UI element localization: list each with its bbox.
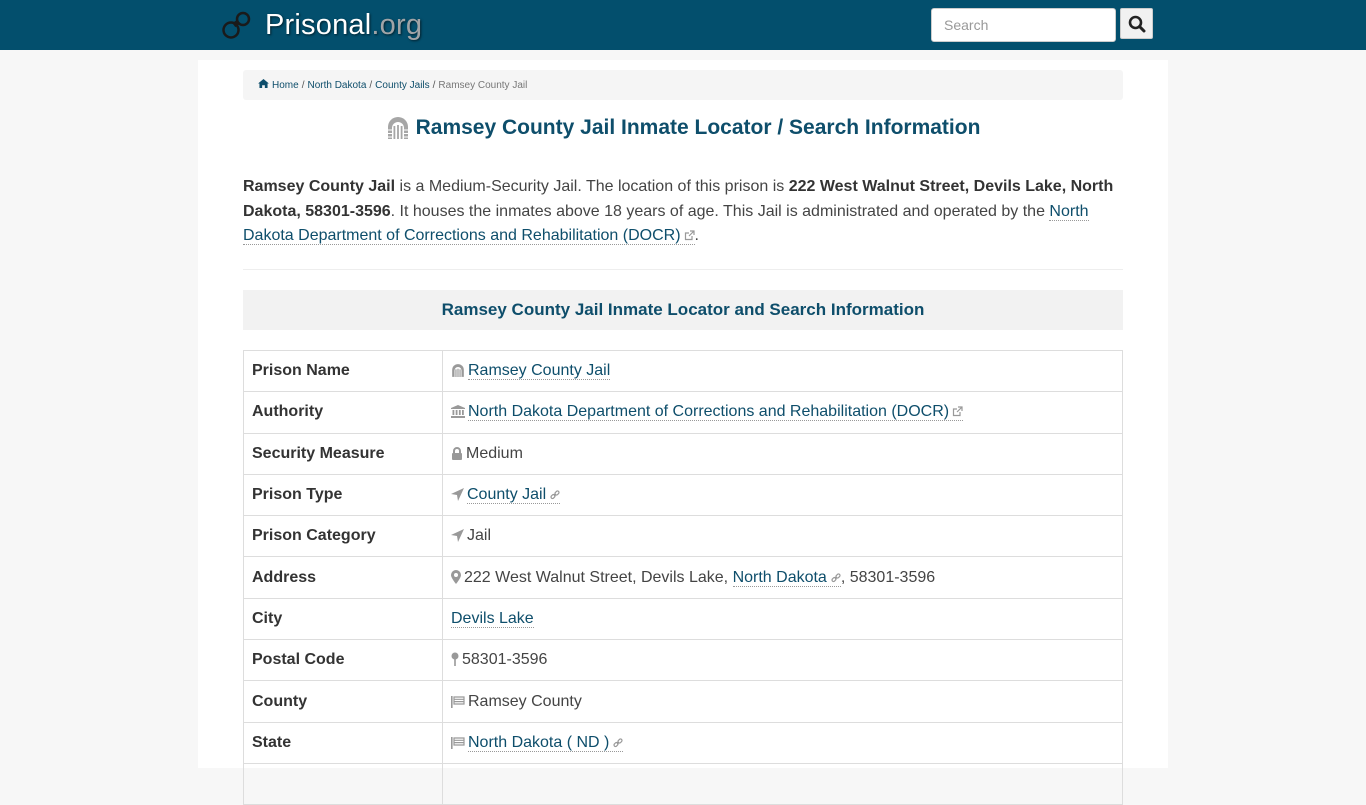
table-row: Prison Type County Jail <box>243 473 1123 517</box>
home-icon <box>258 79 269 88</box>
state-link[interactable]: North Dakota ( ND ) <box>468 733 624 752</box>
city-link[interactable]: Devils Lake <box>451 609 534 628</box>
row-value: 222 West Walnut Street, Devils Lake, Nor… <box>442 556 1123 599</box>
link-icon <box>613 738 623 747</box>
table-row: Address 222 West Walnut Street, Devils L… <box>243 556 1123 599</box>
handcuffs-icon <box>222 11 251 39</box>
table-row: Prison Name Ramsey County Jail <box>243 349 1123 393</box>
authority-label: North Dakota Department of Corrections a… <box>468 403 950 421</box>
row-label: Prison Type <box>243 473 443 517</box>
flag-icon <box>451 736 465 749</box>
row-label: Authority <box>243 391 443 434</box>
map-marker-icon <box>451 569 461 584</box>
divider <box>243 269 1123 270</box>
row-label: Prison Category <box>243 515 443 558</box>
row-value <box>442 762 1123 805</box>
row-label: State <box>243 721 443 764</box>
county-value: Ramsey County <box>468 692 582 710</box>
page-title-text: Ramsey County Jail Inmate Locator / Sear… <box>415 116 981 139</box>
top-navbar: Prisonal.org <box>0 0 1366 50</box>
intro-paragraph: Ramsey County Jail is a Medium-Security … <box>243 175 1123 249</box>
location-arrow-icon <box>451 529 464 543</box>
breadcrumb-separator: / <box>369 79 373 91</box>
table-row: State North Dakota ( ND ) <box>243 721 1123 764</box>
row-label: Postal Code <box>243 639 443 682</box>
prison-gate-icon <box>387 117 408 139</box>
link-icon <box>550 490 560 500</box>
address-state-label: North Dakota <box>732 568 827 586</box>
row-value: North Dakota ( ND ) <box>442 721 1123 764</box>
intro-prison-name: Ramsey County Jail <box>243 178 396 195</box>
section-heading: Ramsey County Jail Inmate Locator and Se… <box>243 290 1123 330</box>
table-row: Postal Code 58301-3596 <box>243 639 1123 682</box>
location-arrow-icon <box>451 488 464 502</box>
breadcrumb-separator: / <box>432 79 436 91</box>
breadcrumb-north-dakota[interactable]: North Dakota <box>307 80 366 91</box>
address-street: 222 West Walnut Street, Devils Lake, <box>464 568 733 586</box>
breadcrumb-home[interactable]: Home <box>258 79 299 91</box>
prison-gate-icon <box>452 364 464 378</box>
search-input[interactable] <box>931 8 1116 42</box>
state-label: North Dakota ( ND ) <box>468 733 610 751</box>
row-value: County Jail <box>442 473 1123 517</box>
address-state-link[interactable]: North Dakota <box>732 568 841 587</box>
prison-type-link[interactable]: County Jail <box>467 486 561 505</box>
logo-text: Prisonal.org <box>265 9 422 42</box>
page-title: Ramsey County Jail Inmate Locator / Sear… <box>243 116 1123 140</box>
authority-link[interactable]: North Dakota Department of Corrections a… <box>468 403 964 422</box>
address-zip: , 58301-3596 <box>840 568 936 586</box>
intro-text: . <box>694 227 699 244</box>
row-label: Prison Name <box>243 349 443 393</box>
row-value: Ramsey County Jail <box>442 349 1123 393</box>
breadcrumb-current: Ramsey County Jail <box>438 79 528 91</box>
row-label: County <box>243 680 443 723</box>
row-label: City <box>243 597 443 641</box>
external-link-icon <box>952 406 963 417</box>
row-value: North Dakota Department of Corrections a… <box>442 391 1123 434</box>
prison-type-label: County Jail <box>467 486 547 504</box>
breadcrumb: Home / North Dakota / County Jails / Ram… <box>243 70 1123 100</box>
breadcrumb-county-jails[interactable]: County Jails <box>375 80 429 91</box>
logo-tld: .org <box>371 8 423 41</box>
row-value: Devils Lake <box>442 597 1123 641</box>
logo-main: Prisonal <box>265 8 372 41</box>
row-value: 58301-3596 <box>442 639 1123 682</box>
row-label: Security Measure <box>243 432 443 475</box>
prison-category-value: Jail <box>467 527 492 545</box>
breadcrumb-separator: / <box>301 79 305 91</box>
info-table: Prison Name Ramsey County Jail Authority <box>243 349 1123 805</box>
table-row <box>243 762 1123 805</box>
external-link-icon <box>684 230 695 241</box>
row-value: Jail <box>442 515 1123 558</box>
row-value: Medium <box>442 432 1123 475</box>
table-row: Prison Category Jail <box>243 515 1123 558</box>
table-row: County Ramsey County <box>243 680 1123 723</box>
row-label: Address <box>243 556 443 599</box>
security-value: Medium <box>466 444 523 462</box>
main-content: Home / North Dakota / County Jails / Ram… <box>198 60 1168 805</box>
prison-name-link[interactable]: Ramsey County Jail <box>468 362 611 381</box>
row-label <box>243 762 443 805</box>
lock-icon <box>452 446 462 460</box>
table-row: Authority North Dakota Department of Cor… <box>243 391 1123 434</box>
site-logo[interactable]: Prisonal.org <box>221 8 422 42</box>
flag-icon <box>451 695 465 708</box>
map-pin-icon <box>451 652 459 667</box>
postal-code-value: 58301-3596 <box>462 651 548 669</box>
link-icon <box>831 573 841 582</box>
search-icon <box>1128 15 1145 32</box>
intro-text: . It houses the inmates above 18 years o… <box>390 202 1050 220</box>
table-row: Security Measure Medium <box>243 432 1123 475</box>
search-button[interactable] <box>1120 8 1153 39</box>
intro-text: is a Medium-Security Jail. The location … <box>395 178 789 195</box>
institution-icon <box>451 405 465 419</box>
breadcrumb-home-label: Home <box>272 80 299 91</box>
table-row: City Devils Lake <box>243 597 1123 641</box>
row-value: Ramsey County <box>442 680 1123 723</box>
